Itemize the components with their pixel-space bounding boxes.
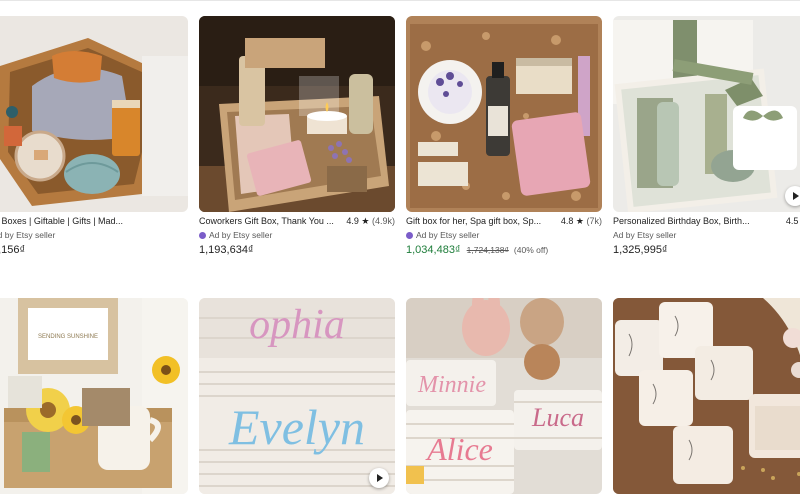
listing-thumbnail[interactable] — [0, 16, 188, 212]
star-icon: ★ — [575, 216, 584, 226]
basket-name-main: Evelyn — [228, 399, 365, 455]
ad-label: Ad by Etsy seller — [0, 230, 56, 240]
listing-thumbnail[interactable] — [613, 16, 800, 212]
listing-thumbnail[interactable]: ophia Evelyn — [199, 298, 395, 494]
original-price: 1,724,138₫ — [466, 245, 509, 255]
listing-thumbnail[interactable] — [406, 16, 602, 212]
basket-name-2: Alice — [425, 431, 493, 467]
listing-thumbnail[interactable]: Minnie Alice Luca — [406, 298, 602, 494]
wooden-crate-candle-photo — [199, 16, 395, 212]
sale-price: 1,034,483₫ — [406, 244, 461, 256]
listing-rating: 4.5 ★ — [786, 216, 800, 227]
gift-box-sweater-photo — [0, 16, 188, 212]
review-count: (7k) — [586, 216, 603, 226]
listing-price: 1,325,995₫ — [613, 244, 668, 256]
review-count: (4.9k) — [371, 216, 395, 226]
basket-name-1: Minnie — [417, 372, 486, 398]
listing-thumbnail[interactable] — [613, 298, 800, 494]
play-video-button[interactable] — [785, 186, 800, 206]
listing-title[interactable]: Personalized Birthday Box, Birth... — [613, 216, 757, 226]
rating-value: 4.5 — [785, 216, 799, 226]
ad-label: Ad by Etsy seller — [613, 230, 677, 240]
star-icon: ★ — [361, 216, 370, 226]
play-video-button[interactable] — [369, 468, 389, 488]
listing-title[interactable]: ift Boxes | Giftable | Gifts | Mad... — [0, 216, 136, 226]
listing-rating: 4.9 ★ (4.9k) — [346, 216, 395, 227]
listing-title[interactable]: Gift box for her, Spa gift box, Sp... — [406, 216, 550, 226]
listing-price-group: 1,034,483₫ 1,724,138₫ (40% off) — [406, 244, 548, 260]
sunflower-gift-basket-photo: SENDING SUNSHINE — [0, 298, 188, 494]
discount-badge: (40% off) — [513, 245, 549, 255]
listing-price: 3,156₫ — [0, 244, 26, 256]
minnie-alice-luca-baskets-photo: Minnie Alice Luca — [406, 298, 602, 494]
ad-label: Ad by Etsy seller — [199, 230, 272, 242]
listing-thumbnail[interactable]: SENDING SUNSHINE — [0, 298, 188, 494]
rating-value: 4.8 — [560, 216, 574, 226]
listing-rating: 4.8 ★ (7k) — [561, 216, 602, 227]
listing-title[interactable]: Coworkers Gift Box, Thank You ... — [199, 216, 343, 226]
green-ribbon-box-photo — [613, 16, 800, 212]
basket-name-top: ophia — [249, 302, 345, 348]
jewelry-boxes-photo — [613, 298, 800, 494]
top-divider — [0, 0, 800, 1]
ad-label: Ad by Etsy seller — [406, 230, 479, 242]
rating-value: 4.9 — [346, 216, 359, 226]
etsy-seller-badge-icon — [199, 231, 206, 239]
spa-gift-box-photo — [406, 16, 602, 212]
listing-thumbnail[interactable] — [199, 16, 395, 212]
etsy-seller-badge-icon — [406, 231, 413, 239]
basket-name-3: Luca — [531, 403, 584, 432]
card-text: SENDING SUNSHINE — [38, 334, 98, 340]
evelyn-rope-basket-photo: ophia Evelyn — [199, 298, 395, 494]
listing-price: 1,193,634₫ — [199, 244, 254, 256]
